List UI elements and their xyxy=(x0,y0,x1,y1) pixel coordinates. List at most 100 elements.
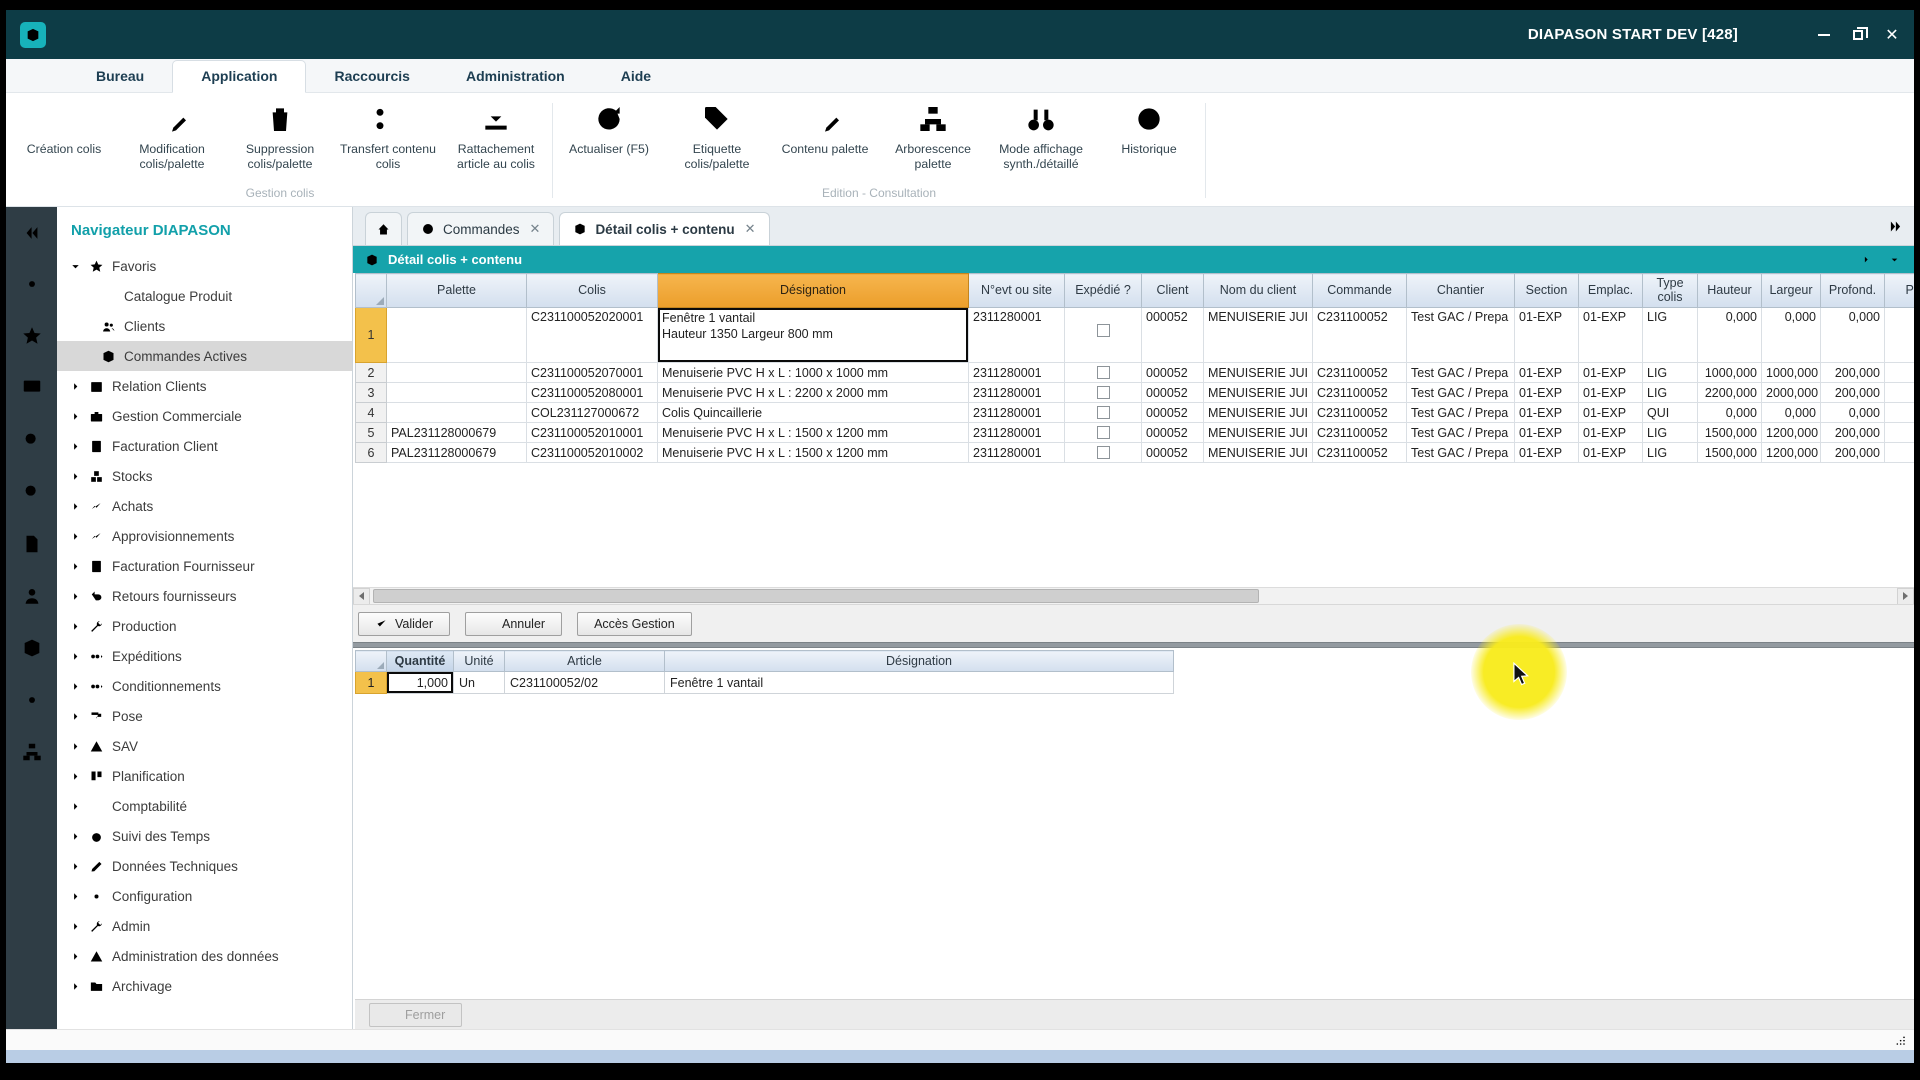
cell-poids[interactable]: 2, xyxy=(1885,403,1915,423)
cell-colis[interactable]: C231100052010002 xyxy=(527,443,658,463)
horizontal-scrollbar[interactable] xyxy=(353,587,1914,604)
cell-poids[interactable]: 46, xyxy=(1885,443,1915,463)
workstation-monitor-icon[interactable] xyxy=(21,377,43,399)
column-header-emplac[interactable]: Emplac. xyxy=(1579,274,1643,308)
chevron-right-icon[interactable] xyxy=(69,411,81,422)
sidebar-item-achats[interactable]: Achats xyxy=(57,491,352,521)
cell-client[interactable]: 000052 xyxy=(1142,308,1204,363)
resize-grip-icon[interactable] xyxy=(1892,1032,1908,1048)
favorites-star-icon[interactable] xyxy=(21,325,43,347)
select-all-header[interactable] xyxy=(356,274,387,308)
menu-tab-application[interactable]: Application xyxy=(172,60,306,93)
chevron-right-icon[interactable] xyxy=(69,441,81,452)
cell-chantier[interactable]: Test GAC / Prepa xyxy=(1407,403,1515,423)
cell-type-colis[interactable]: LIG xyxy=(1643,383,1698,403)
row-number[interactable]: 2 xyxy=(356,363,387,383)
sidebar-item-expeditions[interactable]: Expéditions xyxy=(57,641,352,671)
column-header-commande[interactable]: Commande xyxy=(1313,274,1407,308)
cell-chantier[interactable]: Test GAC / Prepa xyxy=(1407,363,1515,383)
download-icon[interactable] xyxy=(1887,252,1902,267)
chevron-right-icon[interactable] xyxy=(69,381,81,392)
column-header-colis[interactable]: Colis xyxy=(527,274,658,308)
cell-section[interactable]: 01-EXP xyxy=(1515,383,1579,403)
ribbon-item-mode-affichage[interactable]: Mode affichage synth./détaillé xyxy=(987,103,1095,171)
cell-colis[interactable]: C231100052080001 xyxy=(527,383,658,403)
ribbon-item-transfert-contenu[interactable]: Transfert contenu colis xyxy=(334,103,442,171)
cell-nom-client[interactable]: MENUISERIE JUI xyxy=(1204,423,1313,443)
cell-client[interactable]: 000052 xyxy=(1142,383,1204,403)
user-permissions-icon[interactable] xyxy=(21,585,43,607)
cell-largeur[interactable]: 1200,000 xyxy=(1762,443,1821,463)
cell-client[interactable]: 000052 xyxy=(1142,443,1204,463)
column-header-designation[interactable]: Désignation xyxy=(665,651,1174,672)
chevron-right-icon[interactable] xyxy=(69,741,81,752)
sidebar-item-configuration[interactable]: Configuration xyxy=(57,881,352,911)
chevron-right-icon[interactable] xyxy=(69,891,81,902)
cell-nevt[interactable]: 2311280001 xyxy=(969,403,1065,423)
settings-gear-icon[interactable] xyxy=(21,273,43,295)
cell-poids[interactable]: 108, xyxy=(1885,383,1915,403)
fermer-button[interactable]: Fermer xyxy=(369,1003,462,1027)
cell-commande[interactable]: C231100052 xyxy=(1313,423,1407,443)
table-row[interactable]: 5 PAL231128000679 C231100052010001 Menui… xyxy=(356,423,1915,443)
chevron-right-icon[interactable] xyxy=(69,471,81,482)
search-icon[interactable] xyxy=(21,429,43,451)
cell-largeur[interactable]: 0,000 xyxy=(1762,308,1821,363)
menu-tab-administration[interactable]: Administration xyxy=(438,61,593,92)
cell-nom-client[interactable]: MENUISERIE JUI xyxy=(1204,443,1313,463)
cell-commande[interactable]: C231100052 xyxy=(1313,383,1407,403)
cell-expedie[interactable] xyxy=(1065,403,1142,423)
cell-nom-client[interactable]: MENUISERIE JUI xyxy=(1204,308,1313,363)
select-all-header[interactable] xyxy=(356,651,387,672)
menu-tab-bureau[interactable]: Bureau xyxy=(68,61,172,92)
sidebar-item-retours-fournisseurs[interactable]: Retours fournisseurs xyxy=(57,581,352,611)
cell-type-colis[interactable]: LIG xyxy=(1643,443,1698,463)
sidebar-item-stocks[interactable]: Stocks xyxy=(57,461,352,491)
cell-profond[interactable]: 200,000 xyxy=(1821,443,1885,463)
checkbox-expedie[interactable] xyxy=(1097,324,1110,337)
chevron-right-icon[interactable] xyxy=(69,591,81,602)
chevron-right-icon[interactable] xyxy=(69,831,81,842)
acces-gestion-button[interactable]: Accès Gestion xyxy=(577,612,692,636)
cell-nom-client[interactable]: MENUISERIE JUI xyxy=(1204,403,1313,423)
checkbox-expedie[interactable] xyxy=(1097,426,1110,439)
sidebar-item-relation-clients[interactable]: Relation Clients xyxy=(57,371,352,401)
cell-section[interactable]: 01-EXP xyxy=(1515,443,1579,463)
cell-expedie[interactable] xyxy=(1065,363,1142,383)
cell-type-colis[interactable]: LIG xyxy=(1643,308,1698,363)
chevron-right-icon[interactable] xyxy=(69,861,81,872)
cell-designation[interactable]: Menuiserie PVC H x L : 1000 x 1000 mm xyxy=(658,363,969,383)
chevron-down-icon[interactable] xyxy=(69,261,81,272)
column-header-chantier[interactable]: Chantier xyxy=(1407,274,1515,308)
annuler-button[interactable]: Annuler xyxy=(465,612,562,636)
ribbon-item-arborescence-palette[interactable]: Arborescence palette xyxy=(879,103,987,171)
chevron-right-icon[interactable] xyxy=(69,651,81,662)
chevron-right-icon[interactable] xyxy=(69,501,81,512)
menu-tab-aide[interactable]: Aide xyxy=(593,61,679,92)
checkbox-expedie[interactable] xyxy=(1097,406,1110,419)
row-number[interactable]: 3 xyxy=(356,383,387,403)
sidebar-item-archivage[interactable]: Archivage xyxy=(57,971,352,1001)
minimize-button[interactable] xyxy=(1816,27,1832,43)
tab-home[interactable] xyxy=(365,212,402,245)
scroll-right-arrow[interactable] xyxy=(1897,588,1914,605)
row-number[interactable]: 4 xyxy=(356,403,387,423)
close-tab-icon[interactable]: ✕ xyxy=(745,221,756,237)
cell-section[interactable]: 01-EXP xyxy=(1515,403,1579,423)
cell-colis[interactable]: C231100052020001 xyxy=(527,308,658,363)
ribbon-item-historique[interactable]: Historique xyxy=(1095,103,1203,157)
cell-hauteur[interactable]: 2200,000 xyxy=(1698,383,1762,403)
scrollbar-thumb[interactable] xyxy=(373,589,1259,603)
scroll-left-arrow[interactable] xyxy=(353,588,370,605)
organization-tree-icon[interactable] xyxy=(21,741,43,763)
cell-section[interactable]: 01-EXP xyxy=(1515,423,1579,443)
chevron-right-icon[interactable] xyxy=(69,801,81,812)
cell-commande[interactable]: C231100052 xyxy=(1313,363,1407,383)
column-header-client[interactable]: Client xyxy=(1142,274,1204,308)
cell-palette[interactable] xyxy=(387,308,527,363)
collapse-sidebar-icon[interactable] xyxy=(22,223,42,243)
row-number[interactable]: 1 xyxy=(356,308,387,363)
sidebar-item-facturation-client[interactable]: Facturation Client xyxy=(57,431,352,461)
sidebar-item-comptabilite[interactable]: Comptabilité xyxy=(57,791,352,821)
close-button[interactable]: ✕ xyxy=(1884,27,1900,43)
